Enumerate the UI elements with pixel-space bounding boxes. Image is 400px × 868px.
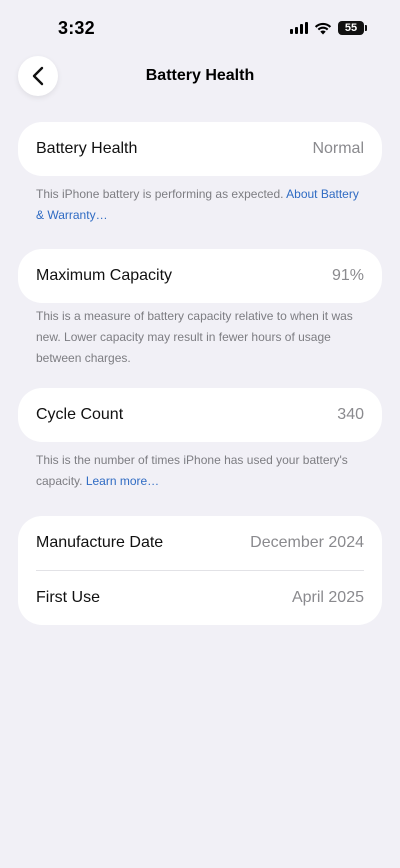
first-use-label: First Use bbox=[36, 589, 100, 606]
cycle-count-value: 340 bbox=[337, 406, 364, 423]
battery-health-card: Battery Health Normal bbox=[18, 122, 382, 176]
cellular-signal-icon bbox=[290, 22, 308, 34]
manufacture-date-value: December 2024 bbox=[250, 534, 364, 551]
page-title: Battery Health bbox=[145, 67, 255, 84]
cycle-count-row: Cycle Count 340 bbox=[18, 388, 382, 442]
cycle-count-label: Cycle Count bbox=[36, 406, 124, 423]
cycle-count-card: Cycle Count 340 bbox=[18, 388, 382, 442]
battery-health-footnote-text: This iPhone battery is performing as exp… bbox=[36, 187, 284, 201]
dates-card: Manufacture Date December 2024 First Use… bbox=[18, 516, 382, 625]
status-bar: 3:32 55 bbox=[0, 0, 400, 56]
max-capacity-card: Maximum Capacity 91% bbox=[18, 249, 382, 303]
max-capacity-row: Maximum Capacity 91% bbox=[18, 249, 382, 303]
battery-icon: 55 bbox=[338, 21, 367, 35]
max-capacity-footnote: This is a measure of battery capacity re… bbox=[36, 309, 353, 365]
max-capacity-value: 91% bbox=[331, 267, 364, 284]
wifi-icon bbox=[314, 22, 332, 34]
cycle-count-footnote: This is the number of times iPhone has u… bbox=[36, 450, 366, 492]
learn-more-link[interactable]: Learn more… bbox=[86, 474, 159, 488]
battery-health-label: Battery Health bbox=[36, 140, 138, 157]
manufacture-date-label: Manufacture Date bbox=[36, 534, 164, 551]
max-capacity-label: Maximum Capacity bbox=[36, 267, 173, 284]
battery-health-value: Normal bbox=[312, 140, 364, 157]
cycle-count-footnote-text: This is the number of times iPhone has u… bbox=[36, 453, 348, 488]
first-use-row: First Use April 2025 bbox=[18, 571, 382, 625]
status-time: 3:32 bbox=[58, 18, 95, 38]
battery-health-footnote: This iPhone battery is performing as exp… bbox=[36, 184, 366, 226]
first-use-value: April 2025 bbox=[291, 589, 364, 606]
battery-health-row: Battery Health Normal bbox=[18, 122, 382, 176]
manufacture-date-row: Manufacture Date December 2024 bbox=[18, 516, 382, 570]
status-icons: 55 bbox=[290, 20, 367, 36]
